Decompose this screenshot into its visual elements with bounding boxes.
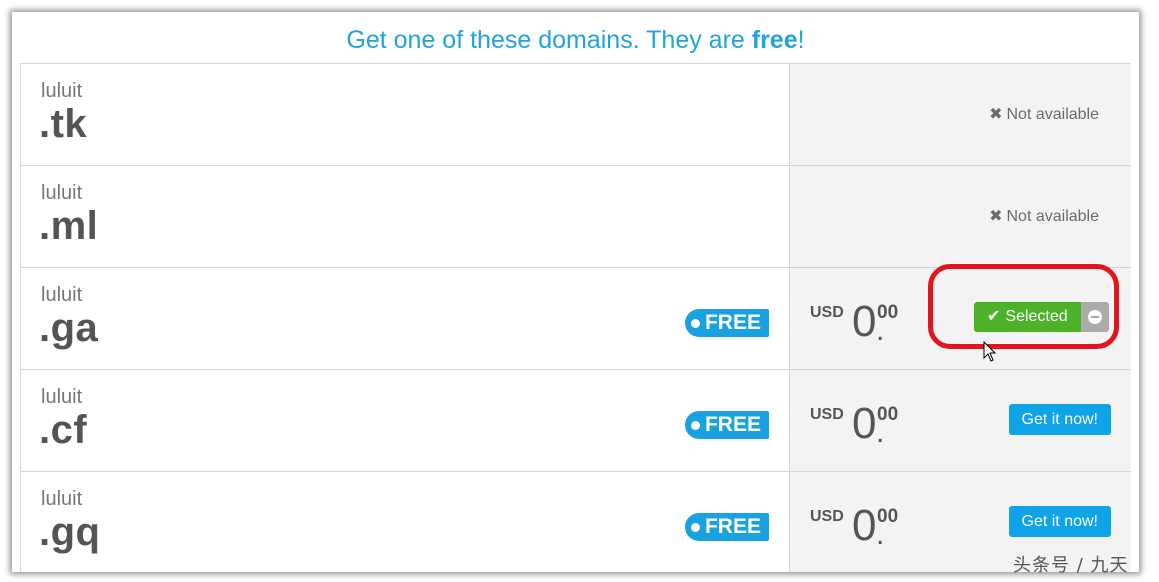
headline-suffix: ! <box>797 26 805 54</box>
domain-tld: .ga <box>39 306 99 350</box>
domain-name-cell: luluit .ga FREE <box>21 268 789 369</box>
price-integer: 0 <box>852 399 877 448</box>
price-decimal: 00 <box>877 506 899 527</box>
table-row: luluit .gq FREE USD 0 . 00 Get it now! <box>21 472 1131 572</box>
price-currency: USD <box>810 508 844 525</box>
domain-sld: luluit <box>41 386 83 408</box>
not-available-status: ✖ Not available <box>989 104 1099 124</box>
price-integer: 0 <box>852 297 877 346</box>
domain-name-cell: luluit .ml <box>21 166 789 267</box>
watermark: 头条号 / 九天 <box>1013 555 1129 576</box>
status-text: Not available <box>1006 208 1100 225</box>
status-text: Not available <box>1006 106 1100 123</box>
get-it-now-button[interactable]: Get it now! <box>1008 404 1111 435</box>
get-it-now-button[interactable]: Get it now! <box>1008 506 1111 537</box>
table-row: luluit .cf FREE USD 0 . 00 Get it now! <box>21 370 1131 472</box>
domain-sld: luluit <box>41 182 83 204</box>
domain-name-cell: luluit .cf FREE <box>21 370 789 471</box>
domain-action-cell: ✖ Not available <box>789 64 1131 165</box>
price-currency: USD <box>810 304 844 321</box>
domain-tld: .cf <box>39 408 88 452</box>
free-badge: FREE <box>684 411 769 439</box>
domain-sld: luluit <box>41 80 83 102</box>
price-integer: 0 <box>852 501 877 550</box>
not-available-status: ✖ Not available <box>989 206 1099 226</box>
page-headline: Get one of these domains. They are free! <box>12 26 1139 55</box>
domain-tld: .gq <box>39 510 101 554</box>
table-row: luluit .tk ✖ Not available <box>21 64 1131 166</box>
dot-icon <box>690 318 700 328</box>
mouse-cursor-icon <box>983 341 997 362</box>
price-currency: USD <box>810 406 844 423</box>
domain-tld: .ml <box>39 204 99 248</box>
dot-icon <box>690 522 700 532</box>
domain-sld: luluit <box>41 488 83 510</box>
domain-name-cell: luluit .tk <box>21 64 789 165</box>
price-decimal: 00 <box>877 404 899 425</box>
free-badge-label: FREE <box>704 311 761 334</box>
close-icon: ✖ <box>989 106 1003 123</box>
free-badge: FREE <box>684 309 769 337</box>
free-badge: FREE <box>684 513 769 541</box>
domain-sld: luluit <box>41 284 83 306</box>
free-badge-label: FREE <box>704 413 761 436</box>
headline-text: Get one of these domains. They are <box>346 26 752 54</box>
domain-tld: .tk <box>39 102 88 146</box>
domain-action-cell: ✖ Not available <box>789 166 1131 267</box>
headline-emphasis: free <box>751 26 798 54</box>
price-decimal: 00 <box>877 302 899 323</box>
domain-name-cell: luluit .gq FREE <box>21 472 789 572</box>
domain-action-cell: USD 0 . 00 Get it now! <box>789 370 1131 471</box>
close-icon: ✖ <box>989 208 1003 225</box>
table-row: luluit .ml ✖ Not available <box>21 166 1131 268</box>
free-badge-label: FREE <box>704 515 761 538</box>
highlight-annotation <box>928 264 1119 349</box>
dot-icon <box>690 420 700 430</box>
